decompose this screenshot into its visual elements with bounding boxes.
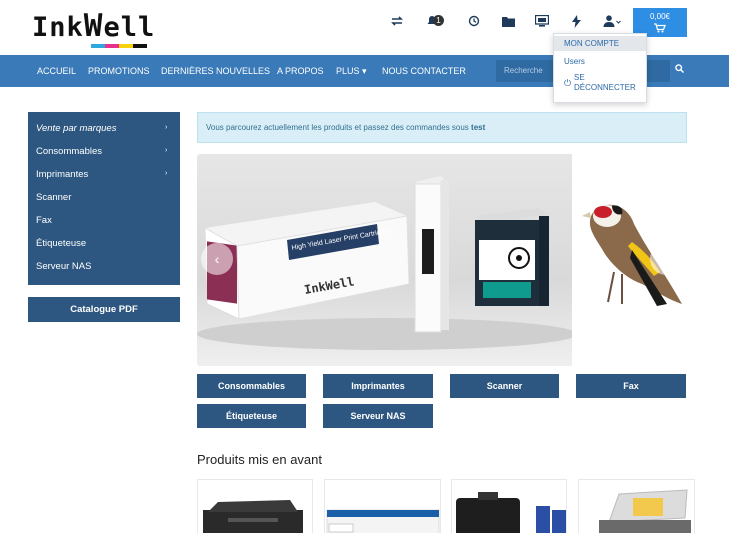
product-card[interactable] xyxy=(578,479,695,533)
monitor-icon[interactable] xyxy=(531,11,553,31)
sidebar-item-vente-par-marques[interactable]: Vente par marques xyxy=(36,123,116,134)
chevron-right-icon: › xyxy=(165,147,168,154)
history-icon[interactable] xyxy=(463,11,485,31)
cart-amount: 0,00€ xyxy=(649,12,671,21)
user-icon[interactable] xyxy=(601,11,623,31)
nav-item-a-propos[interactable]: A PROPOS xyxy=(277,55,324,87)
logo-stripe xyxy=(105,44,119,48)
carousel-prev-button[interactable]: ‹ xyxy=(201,243,233,275)
nav-item-accueil[interactable]: ACCUEIL xyxy=(37,55,76,87)
category-scanner-button[interactable]: Scanner xyxy=(450,374,559,398)
notification-icon[interactable]: 1 xyxy=(421,11,444,31)
toner-box-image xyxy=(326,509,440,533)
search-icon[interactable] xyxy=(672,60,686,82)
page: InkWell 1 0,00€ MON COMPTE Users ⏻ SE DÉ… xyxy=(0,0,729,533)
info-account: test xyxy=(471,123,486,132)
carousel-next-button[interactable]: › xyxy=(650,243,682,275)
scanner-image xyxy=(599,489,691,533)
logo-stripe xyxy=(91,44,105,48)
logout-label-2: DÉCONNECTER xyxy=(574,83,636,92)
sidebar-item-serveur-nas[interactable]: Serveur NAS xyxy=(36,261,91,272)
nav-item-plus[interactable]: PLUS ▾ xyxy=(336,55,367,87)
logout-label-1: SE xyxy=(574,73,585,82)
sidebar-item-imprimantes[interactable]: Imprimantes xyxy=(36,169,88,180)
chevron-down-icon: ▾ xyxy=(362,66,367,76)
info-alert: Vous parcourez actuellement les produits… xyxy=(197,112,687,143)
bolt-icon[interactable] xyxy=(565,11,587,31)
sidebar-menu: Vente par marques › Consommables › Impri… xyxy=(28,112,180,285)
sidebar-item-scanner[interactable]: Scanner xyxy=(36,192,71,203)
info-text: Vous parcourez actuellement les produits… xyxy=(206,123,472,132)
printer-image xyxy=(203,500,303,533)
menu-item-mon-compte[interactable]: MON COMPTE xyxy=(554,36,646,51)
logo-text-a: Ink xyxy=(32,12,84,43)
banner-image: High Yield Laser Print Cartridge InkWell xyxy=(197,176,572,350)
product-card[interactable] xyxy=(451,479,567,533)
user-dropdown-menu: MON COMPTE Users ⏻ SE DÉCONNECTER xyxy=(553,33,647,103)
sidebar-item-etiqueteuse[interactable]: Étiqueteuse xyxy=(36,238,86,249)
sidebar-item-consommables[interactable]: Consommables xyxy=(36,146,102,157)
category-fax-button[interactable]: Fax xyxy=(576,374,686,398)
catalog-pdf-button[interactable]: Catalogue PDF xyxy=(28,297,180,322)
transfer-icon[interactable] xyxy=(386,11,408,31)
notification-badge: 1 xyxy=(433,15,444,26)
sidebar-item-fax[interactable]: Fax xyxy=(36,215,52,226)
product-card[interactable] xyxy=(197,479,313,533)
logo-text-c: ell xyxy=(103,12,156,43)
chevron-right-icon: › xyxy=(165,170,168,177)
category-consommables-button[interactable]: Consommables xyxy=(197,374,306,398)
logo-stripe xyxy=(133,44,147,48)
category-serveur-nas-button[interactable]: Serveur NAS xyxy=(323,404,433,428)
chevron-right-icon: › xyxy=(165,124,168,131)
nav-plus-label: PLUS xyxy=(336,66,360,76)
nav-item-promotions[interactable]: PROMOTIONS xyxy=(88,55,150,87)
nav-item-nous-contacter[interactable]: NOUS CONTACTER xyxy=(382,55,466,87)
category-imprimantes-button[interactable]: Imprimantes xyxy=(323,374,433,398)
logo-color-stripe xyxy=(91,44,147,48)
menu-item-logout[interactable]: ⏻ SE DÉCONNECTER xyxy=(554,73,646,93)
featured-title: Produits mis en avant xyxy=(197,452,323,467)
logo-stripe xyxy=(119,44,133,48)
logo-text-b: W xyxy=(83,8,104,44)
menu-item-users[interactable]: Users xyxy=(554,54,646,70)
category-etiqueteuse-button[interactable]: Étiqueteuse xyxy=(197,404,306,428)
product-card[interactable] xyxy=(324,479,441,533)
hero-carousel[interactable]: High Yield Laser Print Cartridge InkWell xyxy=(197,154,687,366)
logo[interactable]: InkWell xyxy=(32,8,156,48)
power-icon: ⏻ xyxy=(564,78,572,88)
nav-item-dernieres-nouvelles[interactable]: DERNIÈRES NOUVELLES xyxy=(161,55,270,87)
folder-icon[interactable] xyxy=(497,11,519,31)
ink-cartridges-image xyxy=(456,492,566,533)
